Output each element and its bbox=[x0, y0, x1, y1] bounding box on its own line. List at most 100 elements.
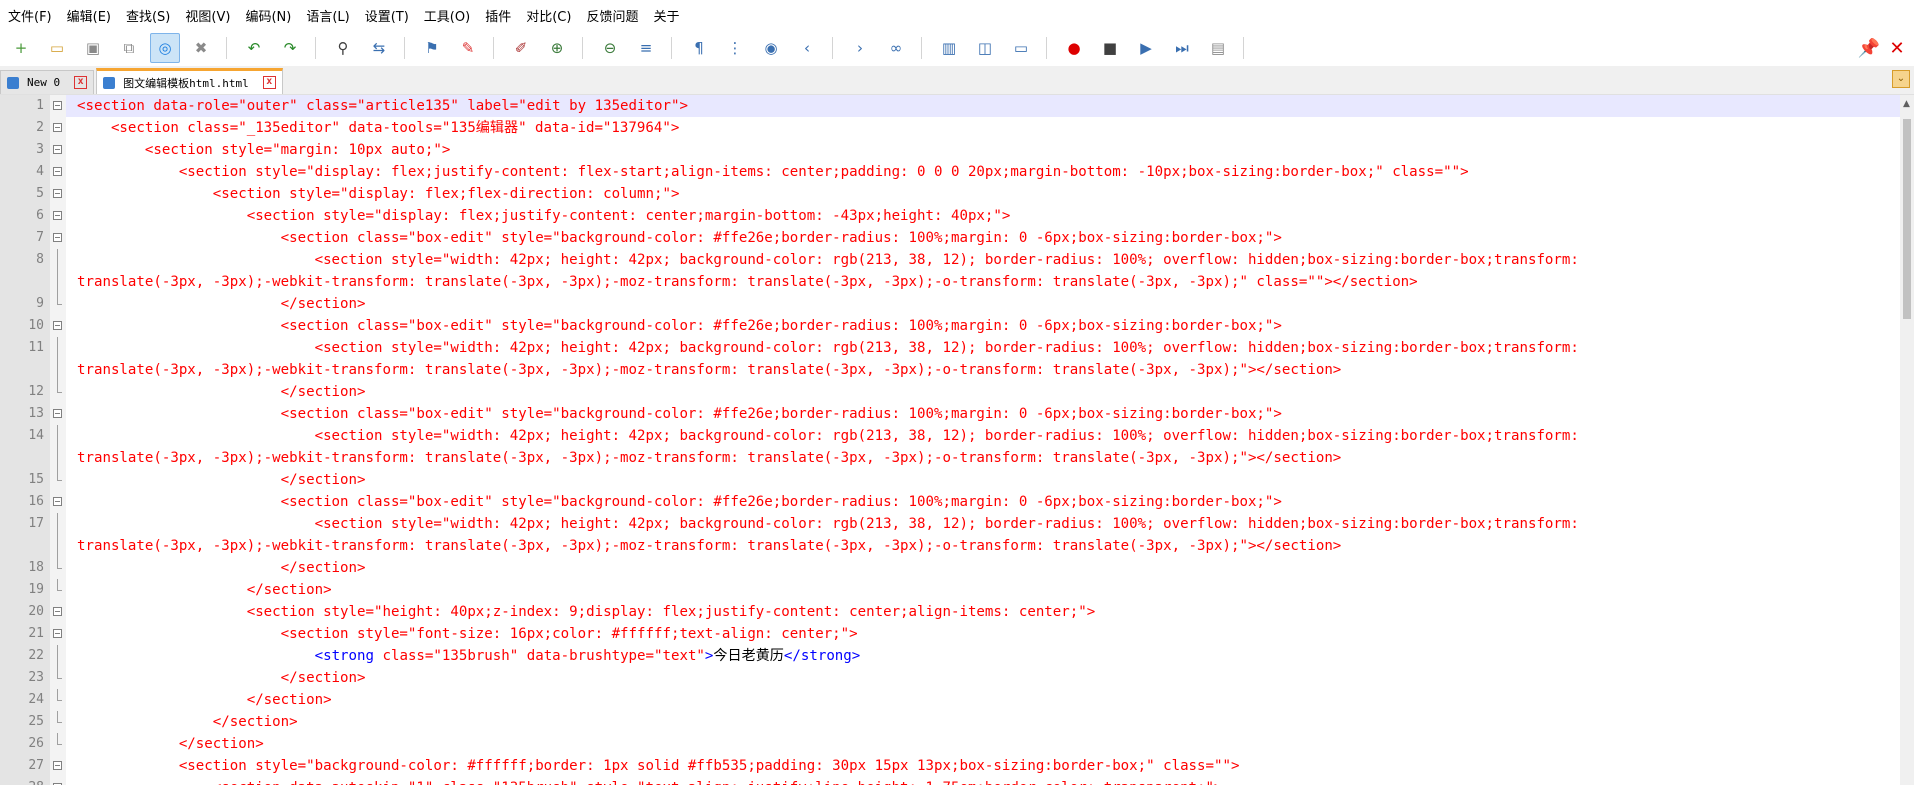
code-line[interactable]: translate(-3px, -3px);-webkit-transform:… bbox=[0, 535, 1914, 557]
fold-toggle-icon[interactable] bbox=[50, 403, 66, 425]
code-text: <section style="display: flex;justify-co… bbox=[77, 205, 1011, 227]
code-line[interactable]: 8 <section style="width: 42px; height: 4… bbox=[0, 249, 1914, 271]
code-line[interactable]: 18 </section> bbox=[0, 557, 1914, 579]
code-line[interactable]: 2 <section class="_135editor" data-tools… bbox=[0, 117, 1914, 139]
code-line[interactable]: 17 <section style="width: 42px; height: … bbox=[0, 513, 1914, 535]
fold-toggle-icon[interactable] bbox=[50, 139, 66, 161]
menu-item-9[interactable]: 对比(C) bbox=[518, 6, 578, 25]
fold-toggle-icon[interactable] bbox=[50, 183, 66, 205]
code-line[interactable]: 24 </section> bbox=[0, 689, 1914, 711]
save-all-icon[interactable]: ⧉ bbox=[114, 33, 144, 63]
menu-item-2[interactable]: 查找(S) bbox=[118, 6, 177, 25]
replace-icon[interactable]: ⇆ bbox=[364, 33, 394, 63]
zoom-in-icon[interactable]: ⊕ bbox=[542, 33, 572, 63]
code-line[interactable]: 28 <section data-autoskip="1" class="135… bbox=[0, 777, 1914, 785]
tab-close-icon[interactable]: x bbox=[262, 76, 276, 89]
undo-icon[interactable]: ↶ bbox=[239, 33, 269, 63]
bookmark-icon[interactable]: ⚑ bbox=[417, 33, 447, 63]
code-line[interactable]: 25 </section> bbox=[0, 711, 1914, 733]
close-window-icon[interactable]: ✕ bbox=[1882, 30, 1912, 66]
code-line[interactable]: translate(-3px, -3px);-webkit-transform:… bbox=[0, 447, 1914, 469]
code-line[interactable]: 12 </section> bbox=[0, 381, 1914, 403]
code-line[interactable]: 7 <section class="box-edit" style="backg… bbox=[0, 227, 1914, 249]
highlight-icon[interactable]: ✎ bbox=[453, 33, 483, 63]
previous-icon[interactable]: ‹ bbox=[792, 33, 822, 63]
code-line[interactable]: 5 <section style="display: flex;flex-dir… bbox=[0, 183, 1914, 205]
fold-toggle-icon[interactable] bbox=[50, 601, 66, 623]
play-macro-icon[interactable]: ▶ bbox=[1131, 33, 1161, 63]
zoom-out-icon[interactable]: ⊖ bbox=[595, 33, 625, 63]
scrollbar-thumb[interactable] bbox=[1903, 119, 1911, 319]
new-file-icon[interactable]: + bbox=[6, 33, 36, 63]
code-line[interactable]: 19 </section> bbox=[0, 579, 1914, 601]
record-macro-icon[interactable]: ● bbox=[1059, 33, 1089, 63]
menu-item-10[interactable]: 反馈问题 bbox=[578, 6, 645, 25]
vertical-scrollbar[interactable]: ▲ bbox=[1900, 95, 1914, 785]
scroll-up-icon[interactable]: ▲ bbox=[1903, 99, 1910, 109]
code-line[interactable]: 16 <section class="box-edit" style="back… bbox=[0, 491, 1914, 513]
split-view-icon[interactable]: ▥ bbox=[934, 33, 964, 63]
play-multiple-icon[interactable]: ⏭ bbox=[1167, 33, 1197, 63]
save-icon[interactable]: ▣ bbox=[78, 33, 108, 63]
compare-icon[interactable]: ◫ bbox=[970, 33, 1000, 63]
sync-icon[interactable]: ◎ bbox=[150, 33, 180, 63]
code-line[interactable]: 3 <section style="margin: 10px auto;"> bbox=[0, 139, 1914, 161]
indent-guide-icon[interactable]: ⋮ bbox=[720, 33, 750, 63]
code-line[interactable]: translate(-3px, -3px);-webkit-transform:… bbox=[0, 359, 1914, 381]
code-line[interactable]: 21 <section style="font-size: 16px;color… bbox=[0, 623, 1914, 645]
pin-icon[interactable]: 📌 bbox=[1854, 30, 1884, 66]
code-line[interactable]: 13 <section class="box-edit" style="back… bbox=[0, 403, 1914, 425]
monitor-icon[interactable]: ▭ bbox=[1006, 33, 1036, 63]
menu-item-3[interactable]: 视图(V) bbox=[177, 6, 237, 25]
menu-item-7[interactable]: 工具(O) bbox=[416, 6, 477, 25]
code-line[interactable]: 4 <section style="display: flex;justify-… bbox=[0, 161, 1914, 183]
code-line[interactable]: 22 <strong class="135brush" data-brushty… bbox=[0, 645, 1914, 667]
redo-icon[interactable]: ↷ bbox=[275, 33, 305, 63]
close-all-icon[interactable]: ✖ bbox=[186, 33, 216, 63]
code-line[interactable]: 20 <section style="height: 40px;z-index:… bbox=[0, 601, 1914, 623]
menu-item-8[interactable]: 插件 bbox=[477, 6, 518, 25]
tab-0[interactable]: New 0 x bbox=[0, 70, 95, 94]
code-line[interactable]: 1 <section data-role="outer" class="artic… bbox=[0, 95, 1914, 117]
fold-toggle-icon[interactable] bbox=[50, 227, 66, 249]
menu-item-4[interactable]: 编码(N) bbox=[237, 6, 298, 25]
fold-toggle-icon[interactable] bbox=[50, 205, 66, 227]
fold-toggle-icon[interactable] bbox=[50, 117, 66, 139]
fold-toggle-icon[interactable] bbox=[50, 161, 66, 183]
save-macro-icon[interactable]: ▤ bbox=[1203, 33, 1233, 63]
menu-item-1[interactable]: 编辑(E) bbox=[59, 6, 118, 25]
code-editor[interactable]: 1 <section data-role="outer" class="artic… bbox=[0, 95, 1914, 785]
open-file-icon[interactable]: ▭ bbox=[42, 33, 72, 63]
menu-item-5[interactable]: 语言(L) bbox=[298, 6, 356, 25]
code-line[interactable]: 6 <section style="display: flex;justify-… bbox=[0, 205, 1914, 227]
code-line[interactable]: 15 </section> bbox=[0, 469, 1914, 491]
link-icon[interactable]: ∞ bbox=[881, 33, 911, 63]
fold-toggle-icon[interactable] bbox=[50, 315, 66, 337]
code-line[interactable]: 27 <section style="background-color: #ff… bbox=[0, 755, 1914, 777]
next-icon[interactable]: › bbox=[845, 33, 875, 63]
code-line[interactable]: 11 <section style="width: 42px; height: … bbox=[0, 337, 1914, 359]
tab-1[interactable]: 图文编辑模板html.html x bbox=[96, 68, 283, 94]
doc-map-icon[interactable]: ◉ bbox=[756, 33, 786, 63]
tab-close-icon[interactable]: x bbox=[74, 76, 88, 89]
fold-toggle-icon[interactable] bbox=[50, 755, 66, 777]
show-all-chars-icon[interactable]: ¶ bbox=[684, 33, 714, 63]
menu-item-6[interactable]: 设置(T) bbox=[357, 6, 416, 25]
code-line[interactable]: 14 <section style="width: 42px; height: … bbox=[0, 425, 1914, 447]
fold-toggle-icon[interactable] bbox=[50, 491, 66, 513]
menu-item-11[interactable]: 关于 bbox=[645, 6, 686, 25]
fold-toggle-icon[interactable] bbox=[50, 777, 66, 785]
code-line[interactable]: 9 </section> bbox=[0, 293, 1914, 315]
code-line[interactable]: 10 <section class="box-edit" style="back… bbox=[0, 315, 1914, 337]
fold-toggle-icon[interactable] bbox=[50, 95, 66, 117]
clear-highlight-icon[interactable]: ✐ bbox=[506, 33, 536, 63]
menu-item-0[interactable]: 文件(F) bbox=[0, 6, 59, 25]
code-line[interactable]: 26 </section> bbox=[0, 733, 1914, 755]
find-icon[interactable]: ⚲ bbox=[328, 33, 358, 63]
code-line[interactable]: 23 </section> bbox=[0, 667, 1914, 689]
tab-list-chevron-icon[interactable]: ⌄ bbox=[1892, 70, 1910, 88]
fold-toggle-icon[interactable] bbox=[50, 623, 66, 645]
stop-macro-icon[interactable]: ■ bbox=[1095, 33, 1125, 63]
code-line[interactable]: translate(-3px, -3px);-webkit-transform:… bbox=[0, 271, 1914, 293]
word-wrap-icon[interactable]: ≡ bbox=[631, 33, 661, 63]
